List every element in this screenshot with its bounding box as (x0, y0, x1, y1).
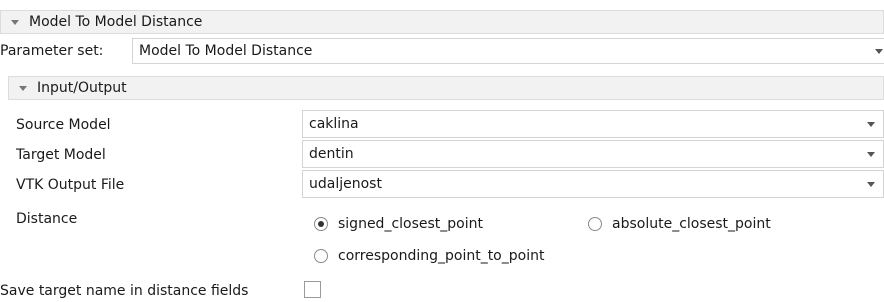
chevron-down-icon (867, 152, 875, 157)
radio-unselected-icon[interactable] (588, 217, 602, 231)
panel-title: Model To Model Distance (29, 14, 203, 30)
chevron-down-icon (875, 49, 883, 54)
source-model-label: Source Model (16, 117, 111, 133)
radio-absolute-closest-point[interactable]: absolute_closest_point (588, 213, 771, 235)
source-model-dropdown[interactable]: caklina (302, 110, 884, 138)
target-model-label: Target Model (16, 147, 106, 163)
panel-header[interactable]: Model To Model Distance (0, 10, 884, 34)
radio-signed-closest-point[interactable]: signed_closest_point (314, 213, 483, 235)
parameter-set-dropdown[interactable]: Model To Model Distance (132, 38, 884, 64)
io-section-title: Input/Output (37, 80, 127, 96)
radio-unselected-icon[interactable] (314, 249, 328, 263)
radio-corresponding-point-to-point[interactable]: corresponding_point_to_point (314, 245, 544, 267)
distance-label: Distance (16, 211, 78, 227)
vtk-output-value: udaljenost (309, 176, 382, 192)
radio-label: corresponding_point_to_point (338, 248, 545, 264)
source-model-value: caklina (309, 116, 359, 132)
collapse-triangle-icon[interactable] (19, 85, 27, 91)
target-model-value: dentin (309, 146, 354, 162)
io-section-header[interactable]: Input/Output (8, 76, 884, 100)
parameter-set-label: Parameter set: (0, 43, 104, 59)
collapse-triangle-icon[interactable] (11, 19, 19, 25)
radio-selected-icon[interactable] (314, 217, 328, 231)
chevron-down-icon (867, 122, 875, 127)
vtk-output-label: VTK Output File (16, 177, 125, 193)
radio-label: absolute_closest_point (612, 216, 771, 232)
target-model-dropdown[interactable]: dentin (302, 140, 884, 168)
chevron-down-icon (867, 182, 875, 187)
radio-label: signed_closest_point (338, 216, 483, 232)
save-target-checkbox[interactable] (304, 281, 321, 298)
vtk-output-dropdown[interactable]: udaljenost (302, 170, 884, 198)
save-target-label: Save target name in distance fields (0, 283, 249, 299)
parameter-set-value: Model To Model Distance (139, 43, 313, 59)
